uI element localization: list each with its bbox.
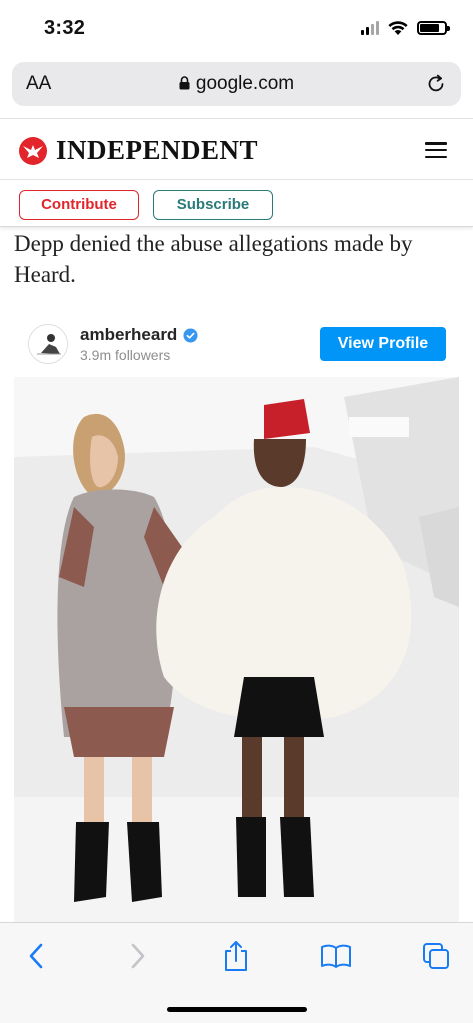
forward-icon <box>131 943 145 969</box>
verified-badge-icon <box>183 327 198 343</box>
site-logo[interactable]: INDEPENDENT <box>18 135 258 166</box>
share-button[interactable] <box>220 939 252 973</box>
reload-icon[interactable] <box>425 73 447 95</box>
status-time: 3:32 <box>44 17 86 39</box>
forward-button[interactable] <box>122 939 154 973</box>
ig-username[interactable]: amberheard <box>80 325 198 345</box>
url-domain: google.com <box>195 73 295 94</box>
wifi-icon <box>388 21 408 35</box>
status-icons <box>361 20 450 36</box>
instagram-embed-header: amberheard 3.9m followers View Profile <box>14 316 459 376</box>
back-icon <box>29 943 43 969</box>
ig-followers-count: 3.9m followers <box>80 347 171 363</box>
cta-bar: Contribute Subscribe <box>0 181 473 227</box>
bottom-toolbar <box>0 922 473 1023</box>
tabs-icon <box>423 943 449 969</box>
article-paragraph: Depp denied the abuse allegations made b… <box>14 231 413 287</box>
avatar-image <box>29 325 67 363</box>
lock-icon <box>179 76 190 90</box>
address-bar[interactable]: AA google.com <box>12 62 461 106</box>
status-bar: 3:32 <box>0 0 473 56</box>
embedded-photo[interactable] <box>14 377 459 925</box>
signal-icon <box>361 21 379 35</box>
view-profile-button[interactable]: View Profile <box>320 327 446 361</box>
hamburger-menu-icon[interactable] <box>425 142 447 158</box>
home-indicator[interactable] <box>167 1007 307 1012</box>
site-header: INDEPENDENT <box>0 118 473 180</box>
tabs-button[interactable] <box>420 939 452 973</box>
avatar[interactable] <box>28 324 68 364</box>
bookmarks-button[interactable] <box>320 939 352 973</box>
eagle-logo-icon <box>19 136 47 165</box>
bookmarks-icon <box>321 944 351 968</box>
subscribe-button[interactable]: Subscribe <box>153 190 273 220</box>
site-logo-text: INDEPENDENT <box>56 135 259 165</box>
url-display[interactable]: google.com <box>12 73 461 95</box>
back-button[interactable] <box>20 939 52 973</box>
photo-illustration <box>14 377 459 925</box>
contribute-button[interactable]: Contribute <box>19 190 139 220</box>
share-icon <box>225 941 247 971</box>
battery-icon <box>417 21 450 35</box>
ig-username-text: amberheard <box>80 325 178 344</box>
